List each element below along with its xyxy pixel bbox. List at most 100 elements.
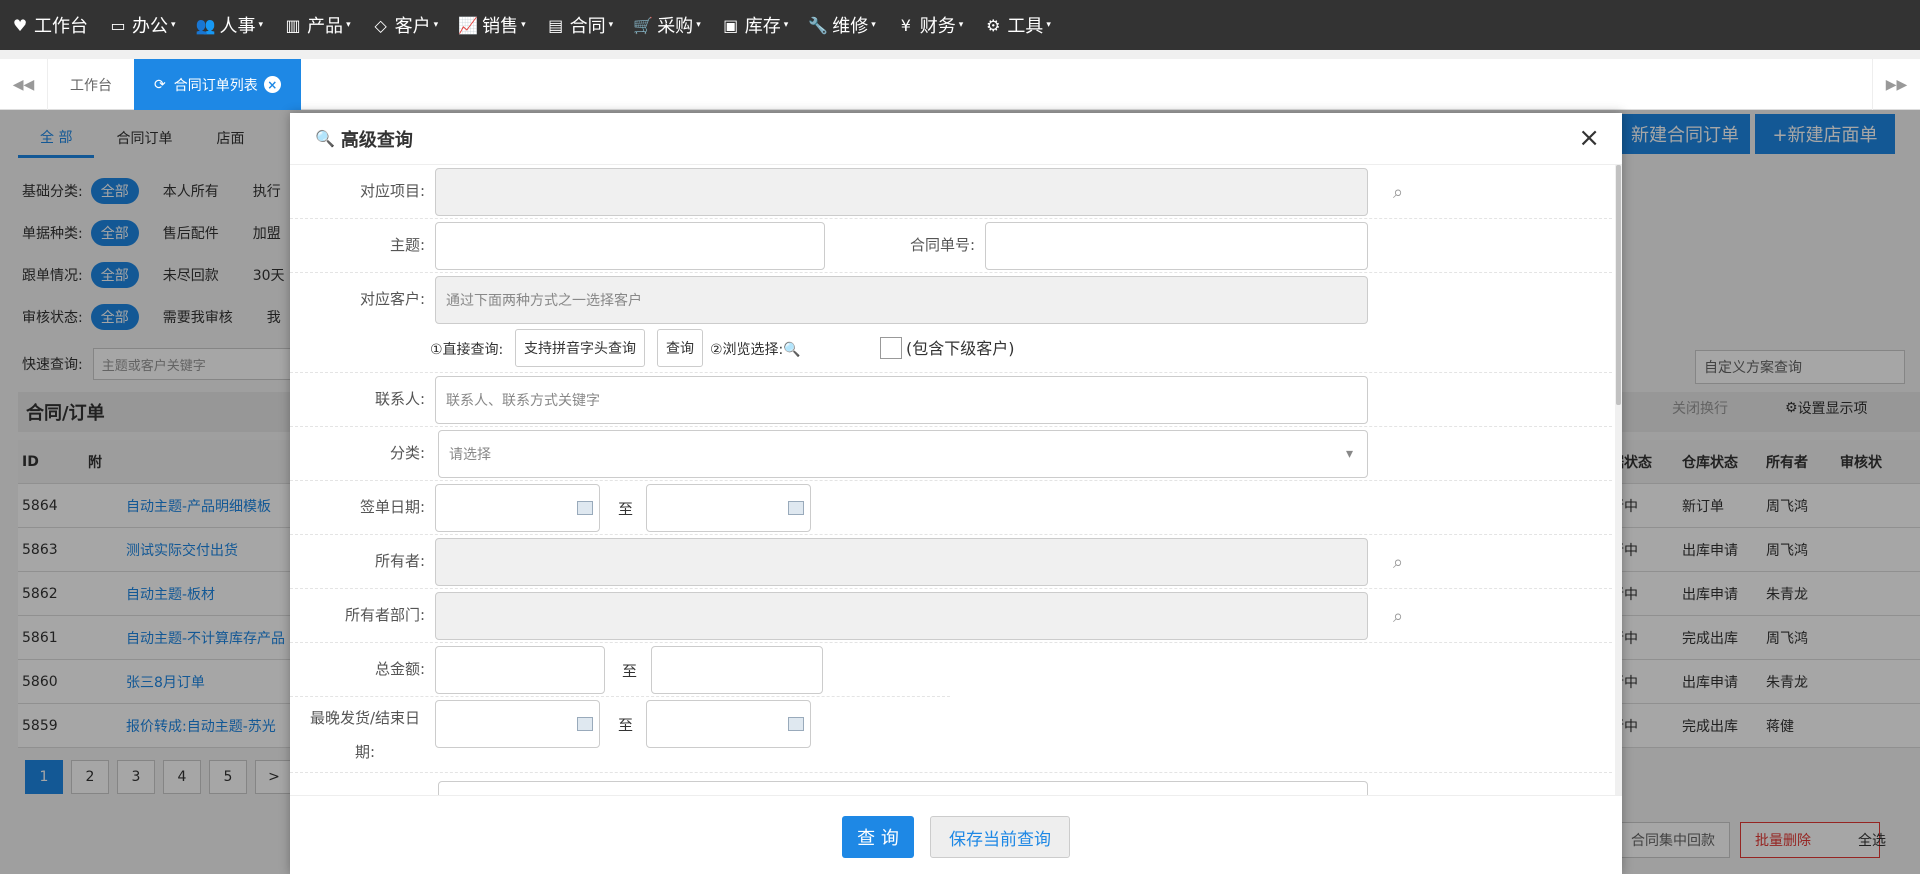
nav-item-6[interactable]: ▤ 合同 ▾ [546,12,614,38]
row-owner: 所有者: ⌕ [290,535,1612,589]
nav-label: 库存 [744,16,781,37]
calendar-icon[interactable] [788,501,804,515]
yen-icon: ¥ [900,15,911,35]
pinyin-input[interactable]: 支持拼音字头查询 [515,329,645,367]
caret-down-icon: ▾ [433,20,439,30]
owner-input[interactable] [435,538,1368,586]
contact-label: 联系人: [374,390,425,408]
caret-down-icon: ▾ [258,20,264,30]
nav-item-8[interactable]: ▣ 库存 ▾ [721,12,789,38]
calendar-icon[interactable] [577,501,593,515]
partial-input[interactable] [438,781,1368,795]
last-ship-to[interactable] [646,700,811,748]
total-to-label: 至 [622,662,638,680]
browse-select[interactable]: ②浏览选择:🔍 [710,339,801,359]
browse-search-icon[interactable]: 🔍 [783,342,800,358]
save-query-button[interactable]: 保存当前查询 [930,816,1070,858]
laptop-icon: ▭ [110,15,126,35]
customer-label: 对应客户: [359,290,425,308]
caret-down-icon: ▾ [521,20,526,30]
zoom-search-icon: 🔍 [315,129,335,148]
modal-title: 高级查询 [340,129,413,151]
scrollbar-thumb[interactable] [1616,165,1621,405]
total-label: 总金额: [374,660,425,678]
nav-item-10[interactable]: ¥ 财务 ▾ [896,12,964,38]
nav-label: 维修 [832,16,869,37]
nav-label: 合同 [569,16,606,37]
calendar-icon[interactable] [788,717,804,731]
subject-input[interactable] [435,222,825,270]
cubes-icon: ▣ [723,15,739,35]
total-from[interactable] [435,646,605,694]
include-sub-label: (包含下级客户) [906,339,1015,358]
last-ship-from[interactable] [435,700,600,748]
nav-item-11[interactable]: ⚙ 工具 ▾ [983,12,1051,38]
nav-item-9[interactable]: 🔧 维修 ▾ [808,12,876,38]
top-nav: ♥ 工作台 ▭ 办公 ▾ 👥 人事 ▾ ▥ 产品 ▾ ◇ 客户 ▾ 📈 销售 ▾ ▤ 合同 ▾ 🛒 采购 ▾ ▣ 库存 ▾ 🔧 维修 ▾… [0,0,1920,50]
project-label: 对应项目: [359,182,425,200]
project-search-icon[interactable]: ⌕ [1387,181,1409,203]
contact-input[interactable]: 联系人、联系方式关键字 [435,376,1368,424]
caret-down-icon: ▾ [696,20,701,30]
contact-placeholder: 联系人、联系方式关键字 [446,393,600,409]
customer-input[interactable]: 通过下面两种方式之一选择客户 [435,276,1368,324]
contract-no-input[interactable] [985,222,1368,270]
tab-active-label: 合同订单列表 [173,77,258,94]
category-select[interactable]: 请选择 ▾ [438,430,1368,478]
modal-header: 🔍 高级查询 [290,113,1622,165]
row-partial [290,777,1612,795]
direct-query-label: ①直接查询: [430,342,504,358]
close-icon[interactable]: × [1578,125,1600,151]
include-sub-checkbox[interactable] [880,337,902,359]
nav-label: 工作台 [34,16,88,37]
calendar-icon[interactable] [577,717,593,731]
sign-date-to-label: 至 [618,500,634,518]
wrench-icon: 🔧 [808,15,829,35]
nav-item-2[interactable]: 👥 人事 ▾ [196,12,264,38]
nav-item-0[interactable]: ♥ 工作台 [10,12,88,38]
scroll-right-icon[interactable]: ▶▶ [1872,59,1920,110]
owner-dept-search-icon[interactable]: ⌕ [1387,605,1409,627]
nav-item-1[interactable]: ▭ 办公 ▾ [108,12,175,38]
row-subject: 主题: 合同单号: [290,219,1612,273]
caret-down-icon: ▾ [783,20,789,30]
tab-contract-list[interactable]: ⟳ 合同订单列表 × [134,59,301,110]
row-total: 总金额: 至 [290,643,950,697]
line-chart-icon: 📈 [458,15,479,35]
category-label: 分类: [389,444,425,462]
owner-dept-input[interactable] [435,592,1368,640]
row-sign-date: 签单日期: 至 [290,481,1612,535]
nav-item-5[interactable]: 📈 销售 ▾ [458,12,526,38]
category-placeholder: 请选择 [449,447,491,463]
total-to[interactable] [651,646,823,694]
owner-search-icon[interactable]: ⌕ [1387,551,1409,573]
subject-label: 主题: [389,236,425,254]
row-last-ship: 最晚发货/结束日期: 至 [290,697,1612,773]
caret-down-icon: ▾ [608,20,614,30]
cart-icon: 🛒 [633,15,654,35]
scroll-left-icon[interactable]: ◀◀ [0,59,48,110]
query-button[interactable]: 查 询 [842,816,914,858]
customer-query-button[interactable]: 查询 [657,329,703,367]
contract-no-label: 合同单号: [909,236,975,254]
nav-item-4[interactable]: ◇ 客户 ▾ [371,12,439,38]
gear-icon: ⚙ [986,15,1001,35]
row-customer: 对应客户: 通过下面两种方式之一选择客户 ①直接查询: 支持拼音字头查询 查询 … [290,273,1612,373]
project-input[interactable] [435,168,1368,216]
sign-date-from[interactable] [435,484,600,532]
nav-item-7[interactable]: 🛒 采购 ▾ [633,12,701,38]
nav-label: 销售 [482,16,519,37]
nav-label: 客户 [394,16,431,37]
form-scrollbar[interactable] [1615,165,1622,795]
nav-label: 办公 [132,16,168,37]
caret-down-icon: ▾ [871,20,876,30]
owner-dept-label: 所有者部门: [344,606,425,624]
tab-bar: ◀◀ 工作台 ⟳ 合同订单列表 × ▶▶ [0,59,1920,110]
sign-date-to[interactable] [646,484,811,532]
heart-icon: ♥ [12,15,28,35]
customer-query-label: 查询 [666,341,694,357]
nav-item-3[interactable]: ▥ 产品 ▾ [283,12,351,38]
refresh-icon[interactable]: ⟳ [154,77,166,93]
close-tab-icon[interactable]: × [263,76,281,93]
tab-home[interactable]: 工作台 [50,59,132,110]
